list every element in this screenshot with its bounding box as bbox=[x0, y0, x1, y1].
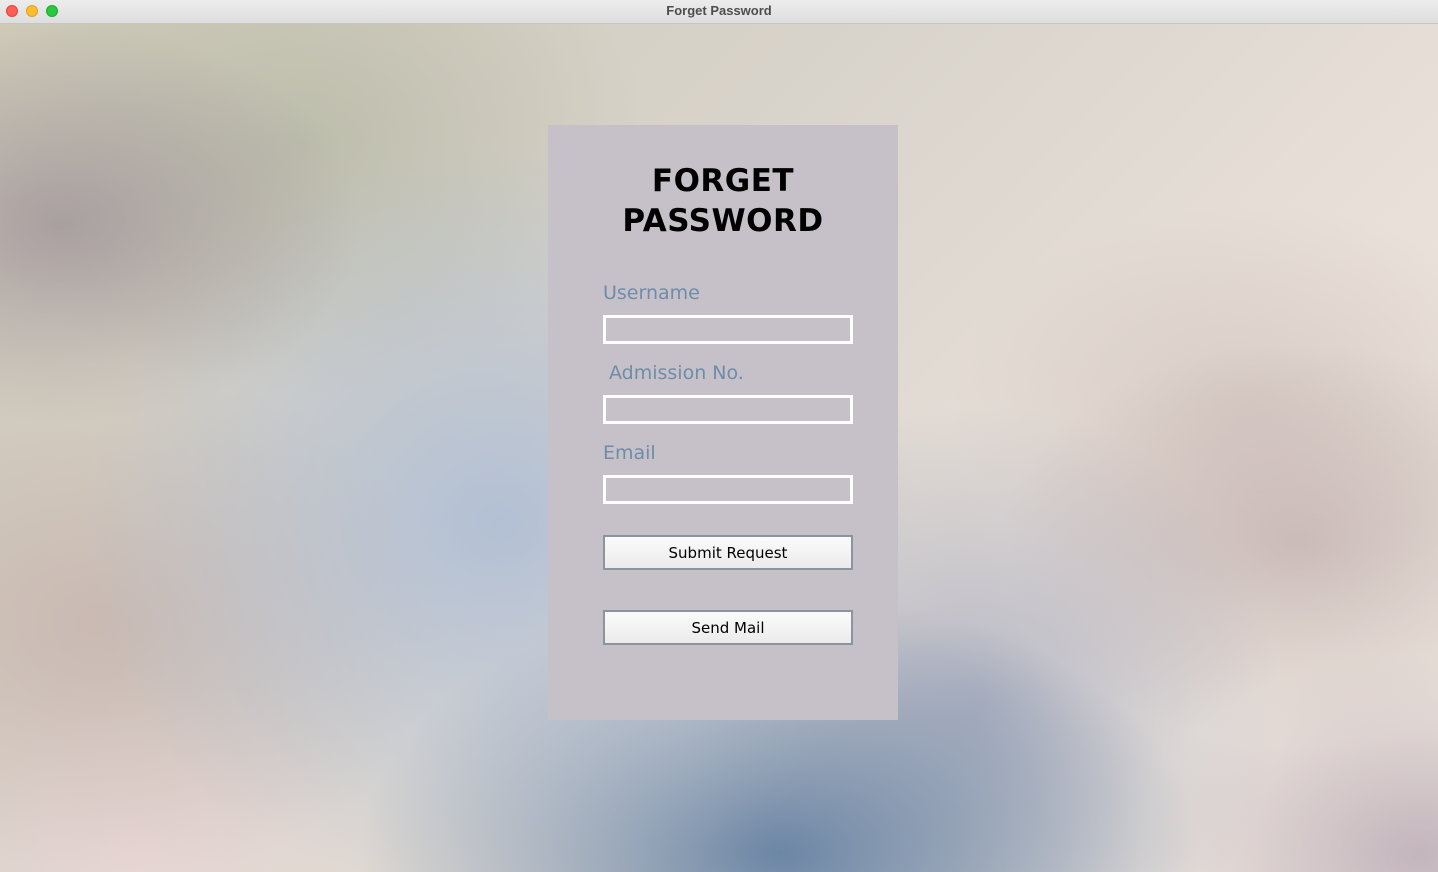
submit-request-button[interactable]: Submit Request bbox=[603, 535, 853, 570]
title-bar: Forget Password bbox=[0, 0, 1438, 24]
admission-number-input[interactable] bbox=[603, 395, 853, 424]
form-heading: FORGET PASSWORD bbox=[622, 163, 824, 239]
username-label: Username bbox=[603, 282, 700, 304]
forget-password-panel: FORGET PASSWORD Username Admission No. E… bbox=[548, 125, 898, 720]
send-mail-button[interactable]: Send Mail bbox=[603, 610, 853, 645]
window-title: Forget Password bbox=[666, 3, 772, 18]
app-window: Forget Password FORGET PASSWORD Username… bbox=[0, 0, 1438, 872]
admission-number-label: Admission No. bbox=[609, 362, 744, 384]
username-input[interactable] bbox=[603, 315, 853, 344]
email-label: Email bbox=[603, 442, 656, 464]
email-input[interactable] bbox=[603, 475, 853, 504]
